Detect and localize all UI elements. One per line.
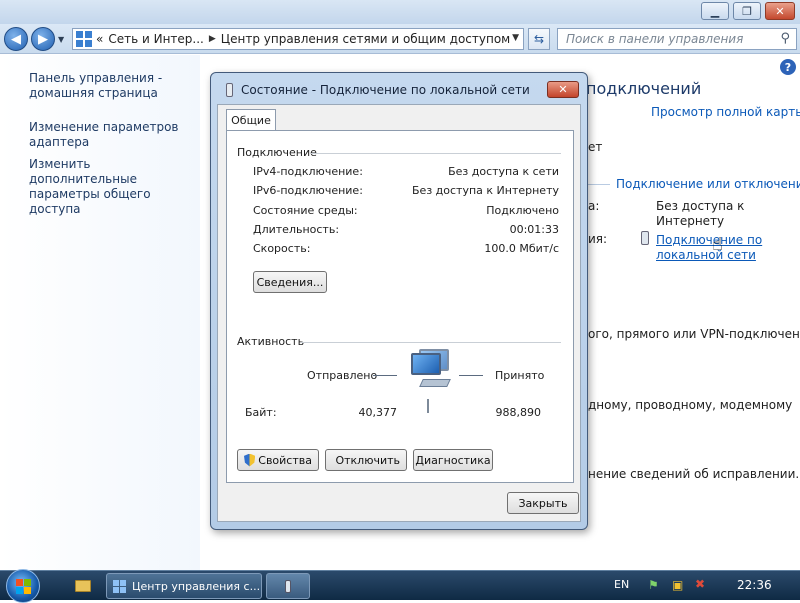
group-divider [301,342,561,343]
network-plug-icon [285,580,291,593]
back-button[interactable]: ◀ [4,27,28,51]
activity-divider [427,399,429,413]
received-label: Принято [495,369,544,382]
sidebar-item-sharing-settings[interactable]: Изменить дополнительные параметры общего… [29,157,199,217]
details-button[interactable]: Сведения... [253,271,327,293]
back-arrow-icon: ◀ [11,32,21,47]
network-computer-icon [407,353,453,393]
local-connection-link[interactable]: Подключение по локальной сети [656,233,766,263]
connect-network-text: дному, проводному, модемному [588,398,792,412]
hand-cursor-icon: ☝ [712,234,723,255]
ipv6-value: Без доступа к Интернету [412,184,559,197]
monitor-icon [411,353,441,375]
connect-disconnect-link[interactable]: Подключение или отключение [616,177,800,191]
sent-line [373,375,397,376]
refresh-icon: ⇆ [534,32,544,46]
sent-label: Отправлено [307,369,377,382]
network-plug-icon [641,231,649,245]
duration-value: 00:01:33 [510,223,559,236]
diagnose-button[interactable]: Диагностика [413,449,493,471]
keyboard-icon [419,379,451,387]
close-button[interactable]: Закрыть [507,492,579,514]
forward-button[interactable]: ▶ [31,27,55,51]
speed-label: Скорость: [253,242,310,255]
breadcrumb-separator-icon[interactable]: ▶ [209,34,216,44]
maximize-button[interactable]: ❐ [733,2,761,20]
task-network-center[interactable]: Центр управления с... [106,573,262,599]
language-indicator[interactable]: EN [614,578,629,591]
refresh-button[interactable]: ⇆ [528,28,550,50]
bytes-sent-value: 40,377 [357,406,397,419]
close-window-button[interactable]: ✕ [765,2,795,20]
activity-group-label: Активность [237,335,304,348]
search-placeholder: Поиск в панели управления [566,32,743,46]
clock[interactable]: 22:36 [737,578,772,592]
address-bar[interactable]: « Сеть и Интер... ▶ Центр управления сет… [72,28,524,50]
left-pane: Панель управления - домашняя страница Из… [0,55,200,570]
properties-button-label: Свойства [258,454,312,467]
forward-arrow-icon: ▶ [38,32,48,47]
ipv6-label: IPv6-подключение: [253,184,363,197]
duration-label: Длительность: [253,223,339,236]
properties-button[interactable]: Свойства [237,449,319,471]
task-label: Центр управления с... [132,580,260,593]
action-center-icon[interactable]: ⚑ [648,578,662,592]
ipv4-value: Без доступа к сети [448,165,559,178]
search-icon[interactable]: ⚲ [780,31,790,46]
setup-connection-text: ого, прямого или VPN-подключения [588,327,800,341]
connection-group-label: Подключение [237,146,317,159]
tab-general[interactable]: Общие [226,109,276,131]
control-panel-icon [113,580,126,593]
address-dropdown-icon[interactable]: ▼ [512,33,519,43]
view-full-map-link[interactable]: Просмотр полной карты [651,105,800,119]
sidebar-item-adapter-settings[interactable]: Изменение параметров адаптера [29,120,179,150]
help-icon[interactable]: ? [780,59,796,75]
media-state-value: Подключено [486,204,559,217]
bytes-received-value: 988,890 [485,406,541,419]
bytes-label: Байт: [245,406,277,419]
sidebar-item-control-panel-home[interactable]: Панель управления - домашняя страница [29,71,179,101]
dialog-body: Общие Подключение IPv4-подключение: Без … [217,104,581,522]
recent-pages-dropdown-icon[interactable]: ▼ [58,35,64,44]
ipv4-label: IPv4-подключение: [253,165,363,178]
search-input[interactable]: Поиск в панели управления ⚲ [557,28,797,50]
windows-logo-icon [16,579,31,594]
minimize-button[interactable]: ▁ [701,2,729,20]
main-heading: подключений [586,79,701,98]
window-titlebar: ▁ ❐ ✕ [0,0,800,24]
task-connection-status[interactable] [266,573,310,599]
address-prefix[interactable]: « [96,32,103,46]
disable-button-label: Отключить [335,454,400,467]
breadcrumb-network[interactable]: Сеть и Интер... [108,32,204,46]
network-name-fragment: ет [588,140,602,154]
section-divider [588,184,610,185]
group-divider [311,153,561,154]
disable-button[interactable]: Отключить [325,449,407,471]
network-connection-icon [226,83,233,97]
uac-shield-icon [244,454,255,467]
media-state-label: Состояние среды: [253,204,358,217]
access-type-label: а: [588,199,599,213]
dialog-close-button[interactable]: ✕ [547,81,579,98]
folder-icon [75,580,91,592]
speed-value: 100.0 Мбит/с [484,242,559,255]
dialog-title: Состояние - Подключение по локальной сет… [241,83,530,97]
control-panel-icon [76,31,92,47]
start-button[interactable] [6,569,40,603]
connections-label: ия: [588,232,607,246]
breadcrumb-network-center[interactable]: Центр управления сетями и общим доступом [221,32,510,46]
explorer-taskbar-button[interactable] [68,574,98,598]
troubleshoot-text: нение сведений об исправлении. [588,467,799,481]
received-line [459,375,483,376]
volume-muted-icon[interactable]: ✖ [695,577,711,593]
tab-panel-general: Подключение IPv4-подключение: Без доступ… [226,130,574,483]
navigation-bar: ◀ ▶ ▼ « Сеть и Интер... ▶ Центр управлен… [0,24,800,54]
access-type-value: Без доступа к Интернету [656,199,756,229]
connection-status-dialog: Состояние - Подключение по локальной сет… [210,72,588,530]
close-icon: ✕ [558,83,567,96]
network-tray-icon[interactable]: ▣ [672,578,686,592]
taskbar: Центр управления с... EN ⚑ ▣ ✖ 22:36 [0,570,800,600]
